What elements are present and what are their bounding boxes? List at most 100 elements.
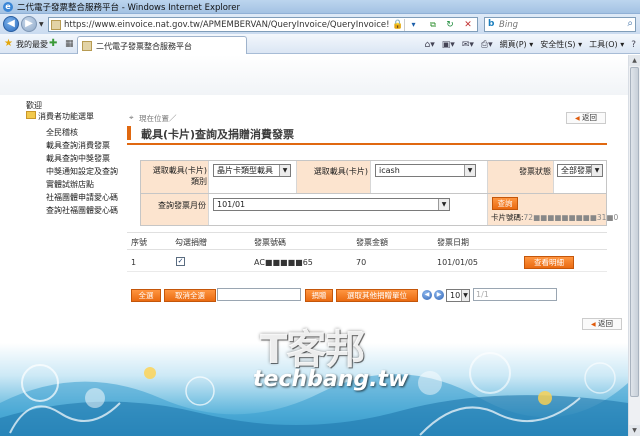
chevron-down-icon: ▼ bbox=[438, 199, 449, 210]
page-indicator[interactable]: 1/1 bbox=[473, 288, 557, 301]
favorites-star-icon[interactable]: ★ bbox=[4, 38, 13, 49]
menu-heading[interactable]: 消費者功能選單 bbox=[38, 111, 94, 122]
url-text[interactable]: https://www.einvoice.nat.gov.tw/APMEMBER… bbox=[64, 20, 389, 30]
prev-page-icon[interactable]: ◀ bbox=[422, 290, 432, 300]
query-button[interactable]: 查詢 bbox=[492, 197, 518, 210]
donate-button[interactable]: 捐贈 bbox=[305, 289, 333, 302]
site-header-strip bbox=[0, 55, 628, 95]
row-invoice-no: AC■■■■■65 bbox=[254, 258, 313, 267]
mail-icon[interactable]: ✉▾ bbox=[462, 40, 474, 50]
favorites-bar: ★ 我的最愛 ✚ ▦ 二代電子發票整合服務平台 ⌂▾ ▣▾ ✉▾ ⎙▾ 網頁(P… bbox=[0, 34, 640, 54]
back-link-bottom[interactable]: ◀ 返回 bbox=[582, 318, 622, 330]
status-label: 發票狀態 bbox=[519, 167, 551, 176]
sidebar-item-winning-query[interactable]: 載具查詢中獎發票 bbox=[46, 153, 126, 166]
search-input[interactable] bbox=[499, 19, 617, 30]
chevron-down-icon: ▼ bbox=[464, 165, 475, 176]
stop-icon[interactable]: ✕ bbox=[460, 19, 476, 31]
row-amount: 70 bbox=[356, 258, 367, 267]
page-menu[interactable]: 網頁(P) ▾ bbox=[500, 39, 534, 50]
sidebar-item-apply-donation-code[interactable]: 社福團體申請愛心碼 bbox=[46, 192, 126, 205]
breadcrumb: 現在位置／ bbox=[139, 114, 177, 123]
month-label-cell: 查詢發票月份 bbox=[141, 194, 209, 225]
print-icon[interactable]: ⎙▾ bbox=[481, 40, 493, 50]
folder-open-icon bbox=[26, 111, 36, 119]
search-box[interactable]: b ⌕ bbox=[484, 17, 636, 32]
month-value: 101/01 bbox=[217, 200, 246, 209]
safety-menu[interactable]: 安全性(S) ▾ bbox=[540, 39, 582, 50]
carrier-label: 選取載具(卡片) bbox=[313, 167, 368, 176]
select-all-button[interactable]: 全選 bbox=[131, 289, 161, 302]
col-donate: 勾選捐贈 bbox=[175, 238, 207, 247]
status-value: 全部發票 bbox=[561, 166, 593, 175]
next-page-icon[interactable]: ▶ bbox=[434, 290, 444, 300]
scroll-thumb[interactable] bbox=[630, 67, 639, 397]
back-link-top[interactable]: ◀ 返回 bbox=[566, 112, 606, 124]
sidebar-item-lookup-donation-code[interactable]: 查詢社福團體愛心碼 bbox=[46, 205, 126, 218]
feeds-icon[interactable]: ▣▾ bbox=[442, 40, 455, 50]
favorites-label[interactable]: 我的最愛 bbox=[16, 39, 48, 50]
col-date: 發票日期 bbox=[437, 238, 469, 247]
table-row: 1 ✓ AC■■■■■65 70 101/01/05 查看明細 bbox=[127, 254, 607, 272]
back-button[interactable]: ◀ bbox=[3, 16, 19, 32]
donation-code-input[interactable] bbox=[217, 288, 301, 301]
compatibility-view-icon[interactable]: ⧉ bbox=[425, 19, 441, 31]
col-invoice-no: 發票號碼 bbox=[254, 238, 286, 247]
home-icon[interactable]: ⌂▾ bbox=[425, 40, 435, 50]
scroll-down-icon[interactable]: ▼ bbox=[629, 425, 640, 436]
help-icon[interactable]: ? bbox=[631, 40, 636, 50]
carrier-select[interactable]: icash ▼ bbox=[375, 164, 476, 177]
site-favicon-icon bbox=[51, 20, 61, 30]
carrier-type-label-cell: 選取載具(卡片)類別 bbox=[141, 161, 209, 193]
card-number: 卡片號碼:72■■■■■■■■■31■0 bbox=[491, 212, 618, 223]
carrier-type-value-cell: 晶片卡類型載具 ▼ bbox=[209, 161, 297, 193]
query-cell: 查詢 卡片號碼:72■■■■■■■■■31■0 bbox=[488, 194, 618, 225]
arrow-icon: ◀ bbox=[574, 115, 580, 122]
status-value-cell: 全部發票 ▼ bbox=[554, 161, 606, 193]
col-no: 序號 bbox=[131, 238, 147, 247]
lock-icon[interactable]: 🔒 bbox=[392, 20, 403, 30]
url-field[interactable]: https://www.einvoice.nat.gov.tw/APMEMBER… bbox=[48, 17, 478, 32]
choose-unit-button[interactable]: 選取其他捐贈單位 bbox=[336, 289, 418, 302]
sidebar-item-carrier-query[interactable]: 載具查詢消費發票 bbox=[46, 140, 126, 153]
action-bar: 全選 取消全選 捐贈 選取其他捐贈單位 ◀ ▶ 10 ▼ 1/1 bbox=[131, 288, 611, 304]
sidebar-item-audit[interactable]: 全民稽核 bbox=[46, 127, 126, 140]
ssl-status-icon[interactable]: ▾ bbox=[404, 19, 422, 31]
back-label: 返回 bbox=[598, 319, 613, 328]
card-number-label: 卡片號碼: bbox=[491, 213, 524, 222]
window-titlebar: e 二代電子發票整合服務平台 - Windows Internet Explor… bbox=[0, 0, 640, 14]
carrier-label-cell: 選取載具(卡片) bbox=[297, 161, 371, 193]
add-favorite-icon[interactable]: ✚ bbox=[49, 38, 57, 49]
page-size-select[interactable]: 10 ▼ bbox=[446, 289, 470, 302]
page-content: 歡迎 消費者功能選單 全民稽核 載具查詢消費發票 載具查詢中獎發票 中獎通知設定… bbox=[0, 55, 628, 436]
tools-menu[interactable]: 工具(O) ▾ bbox=[589, 39, 624, 50]
forward-button[interactable]: ▶ bbox=[21, 16, 37, 32]
back-label: 返回 bbox=[582, 113, 597, 122]
row-date: 101/01/05 bbox=[437, 258, 479, 267]
sidebar-item-pilot-stores[interactable]: 實體試辦店點 bbox=[46, 179, 126, 192]
title-accent bbox=[127, 126, 131, 140]
donate-checkbox[interactable]: ✓ bbox=[176, 257, 185, 266]
view-detail-button[interactable]: 查看明細 bbox=[524, 256, 574, 269]
table-header: 序號 勾選捐贈 發票號碼 發票金額 發票日期 bbox=[127, 232, 607, 250]
carrier-type-select[interactable]: 晶片卡類型載具 ▼ bbox=[213, 164, 291, 177]
browser-tab[interactable]: 二代電子發票整合服務平台 bbox=[77, 36, 247, 54]
status-select[interactable]: 全部發票 ▼ bbox=[557, 164, 603, 177]
welcome-text: 歡迎 bbox=[26, 101, 42, 110]
page-size-value: 10 bbox=[450, 291, 461, 300]
clear-all-button[interactable]: 取消全選 bbox=[164, 289, 216, 302]
month-select[interactable]: 101/01 ▼ bbox=[213, 198, 450, 211]
refresh-icon[interactable]: ↻ bbox=[442, 19, 458, 31]
sidebar-item-notify-settings[interactable]: 中獎通知設定及查詢 bbox=[46, 166, 126, 179]
vertical-scrollbar[interactable]: ▲ ▼ bbox=[628, 55, 640, 436]
command-bar: ⌂▾ ▣▾ ✉▾ ⎙▾ 網頁(P) ▾ 安全性(S) ▾ 工具(O) ▾ ? bbox=[425, 38, 636, 51]
quick-tabs-icon[interactable]: ▦ bbox=[65, 39, 74, 49]
bing-icon: b bbox=[488, 19, 495, 29]
recent-pages-dropdown-icon[interactable]: ▼ bbox=[39, 21, 44, 28]
row-no: 1 bbox=[131, 258, 137, 267]
sidebar-menu: 全民稽核 載具查詢消費發票 載具查詢中獎發票 中獎通知設定及查詢 實體試辦店點 … bbox=[46, 127, 126, 218]
scroll-up-icon[interactable]: ▲ bbox=[629, 55, 640, 66]
query-form: 選取載具(卡片)類別 晶片卡類型載具 ▼ 選取載具(卡片) icash ▼ 發票狀態… bbox=[140, 160, 618, 226]
chevron-down-icon: ▼ bbox=[461, 290, 469, 301]
search-icon[interactable]: ⌕ bbox=[627, 18, 633, 29]
chevron-down-icon: ▼ bbox=[279, 165, 290, 176]
